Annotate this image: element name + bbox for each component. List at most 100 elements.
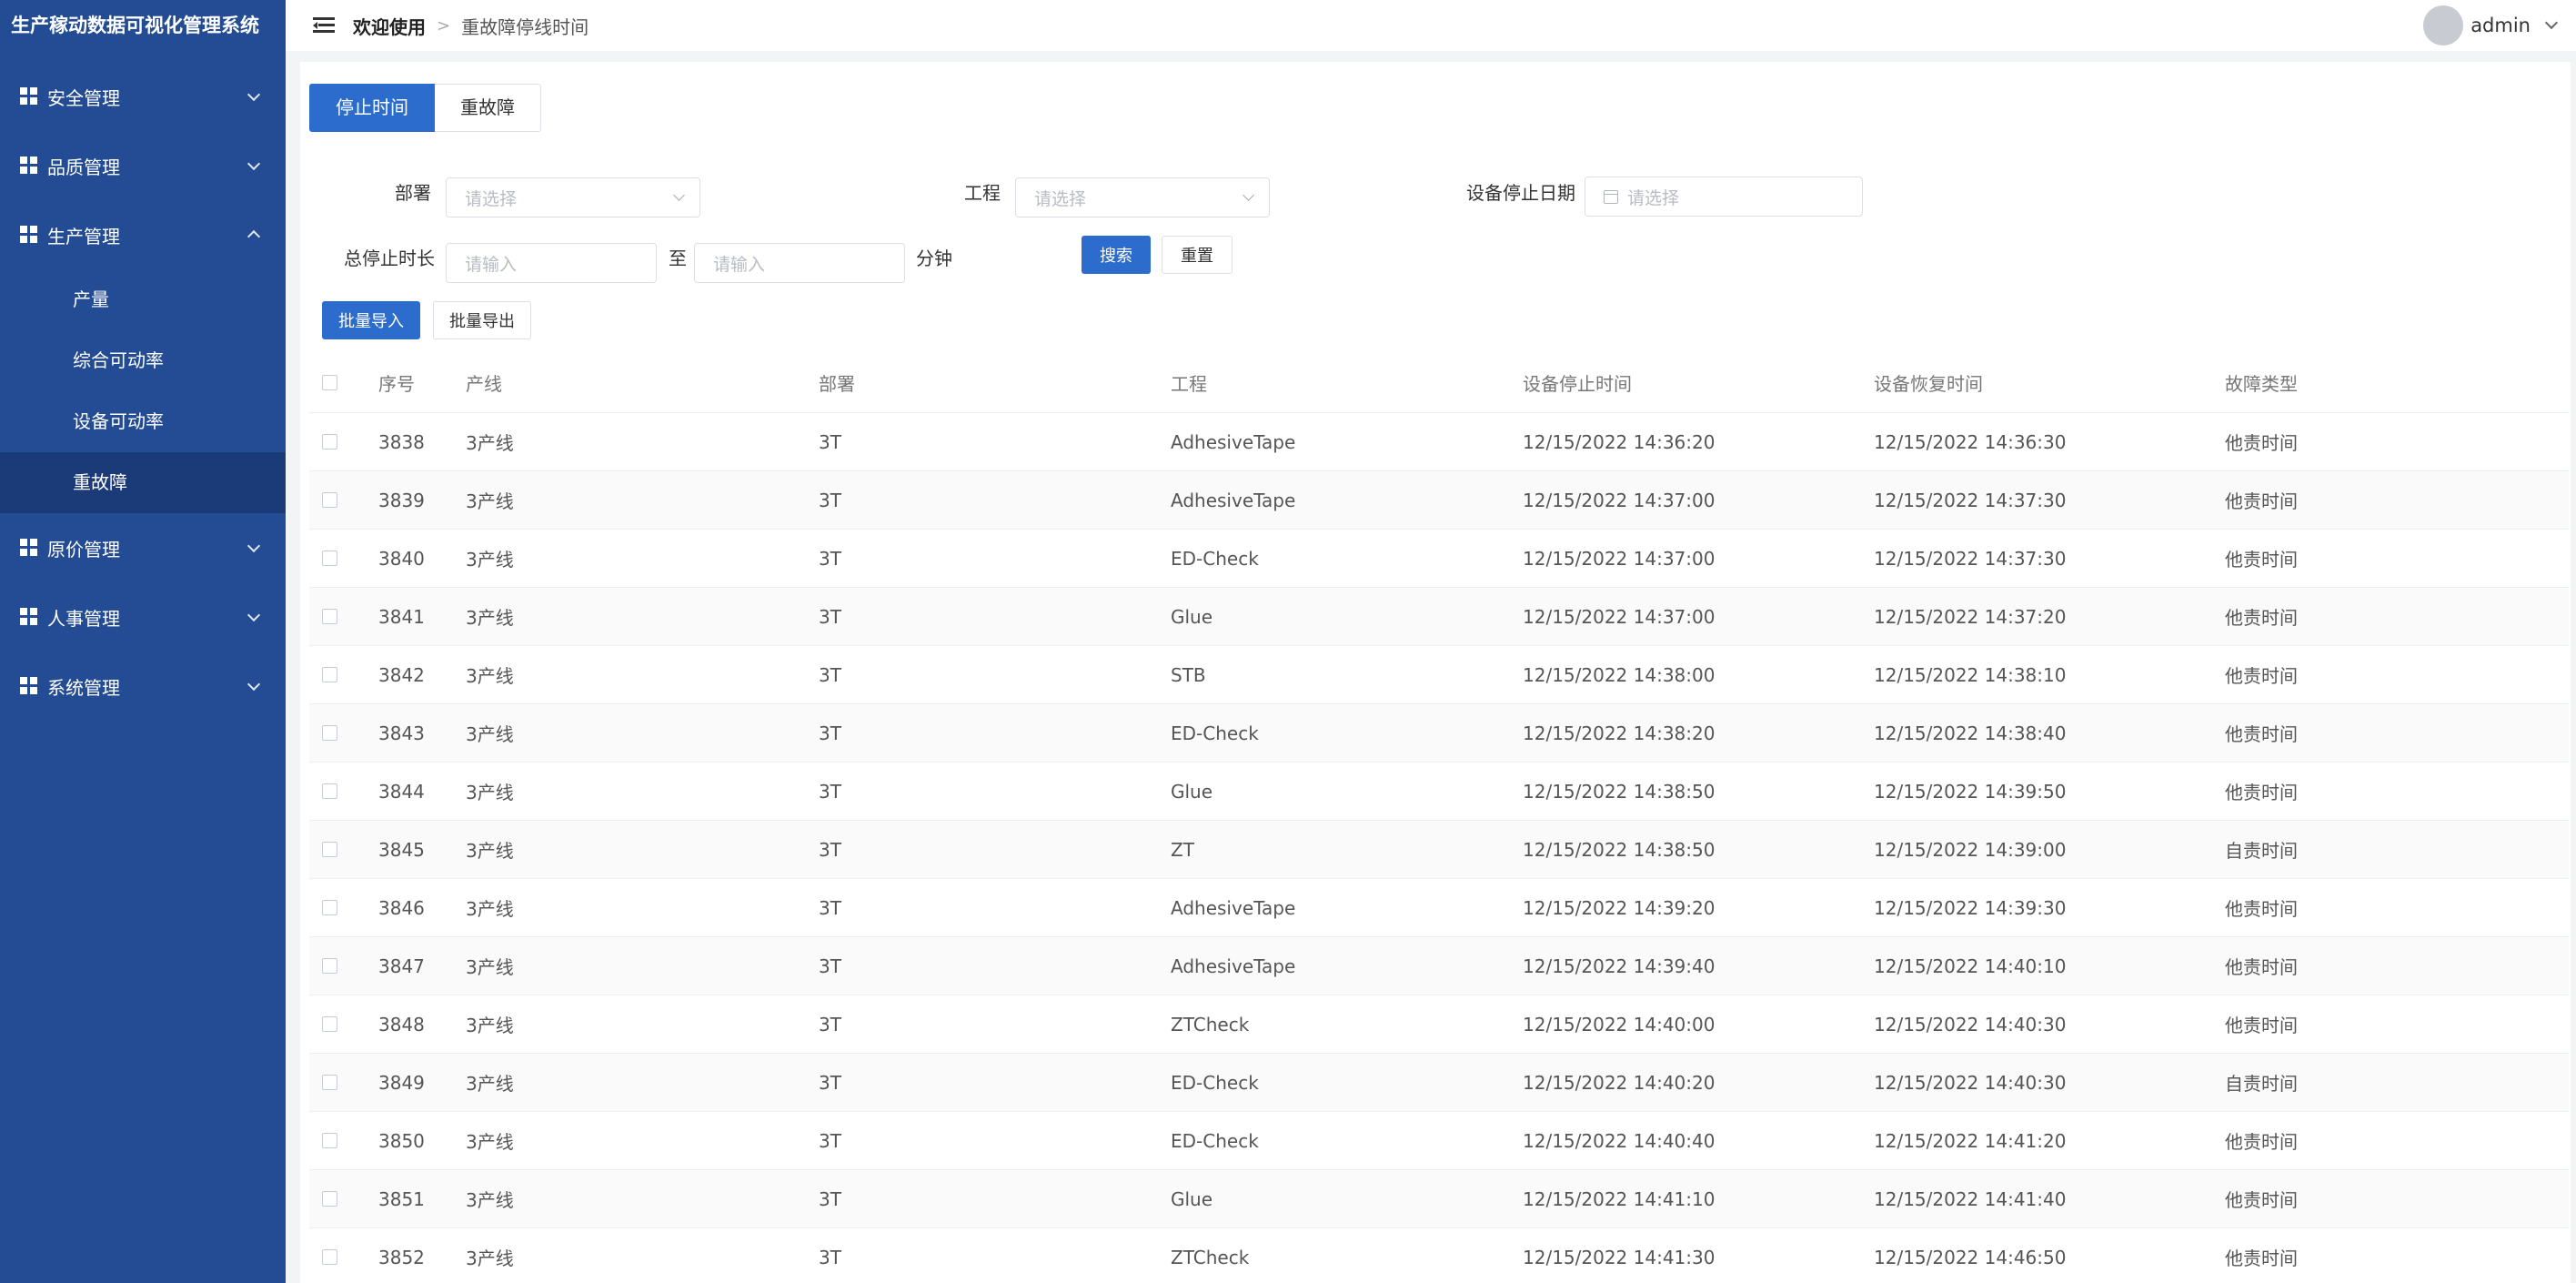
sidebar-item-label: 安全管理 xyxy=(47,86,120,109)
table-header: 序号 产线 部署 工程 设备停止时间 设备恢复时间 故障类型 xyxy=(309,353,2569,413)
table-cell: ZT xyxy=(1171,838,1194,861)
sidebar-item-group[interactable]: 生产管理 xyxy=(0,200,286,269)
column-header[interactable]: 序号 xyxy=(378,353,415,412)
sidebar-subitem[interactable]: 重故障 xyxy=(0,452,286,513)
batch-import-button[interactable]: 批量导入 xyxy=(322,301,420,339)
sidebar-group: 系统管理 xyxy=(0,652,286,721)
table-row[interactable]: 3840 3产线 3T ED-Check 12/15/2022 14:37:00 12/1… xyxy=(309,530,2569,588)
table-cell: AdhesiveTape xyxy=(1171,955,1296,977)
table-row[interactable]: 3847 3产线 3T AdhesiveTape 12/15/2022 14:39:40… xyxy=(309,937,2569,995)
row-checkbox[interactable] xyxy=(322,1112,337,1169)
table-cell: 3T xyxy=(819,605,841,628)
row-checkbox[interactable] xyxy=(322,1170,337,1227)
row-checkbox[interactable] xyxy=(322,821,337,878)
table-row[interactable]: 3839 3产线 3T AdhesiveTape 12/15/2022 14:37:00… xyxy=(309,471,2569,530)
table-cell: 3产线 xyxy=(466,956,514,978)
table-row[interactable]: 3843 3产线 3T ED-Check 12/15/2022 14:38:20 12/1… xyxy=(309,704,2569,763)
table-cell: 3T xyxy=(819,780,841,803)
table-cell: 3T xyxy=(819,547,841,570)
table-cell: 3848 xyxy=(378,1013,425,1035)
table-row[interactable]: 3846 3产线 3T AdhesiveTape 12/15/2022 14:39:20… xyxy=(309,879,2569,937)
table-cell: 12/15/2022 14:40:30 xyxy=(1874,1013,2067,1035)
sidebar-item-group[interactable]: 系统管理 xyxy=(0,652,286,721)
row-checkbox[interactable] xyxy=(322,763,337,820)
table-cell: 12/15/2022 14:39:40 xyxy=(1523,955,1716,977)
batch-export-button[interactable]: 批量导出 xyxy=(433,301,531,339)
tab-major-fault[interactable]: 重故障 xyxy=(435,84,541,132)
table-row[interactable]: 3842 3产线 3T STB 12/15/2022 14:38:00 12/15/202… xyxy=(309,646,2569,704)
stop-date-picker[interactable]: 请选择 xyxy=(1585,177,1863,217)
table-row[interactable]: 3838 3产线 3T AdhesiveTape 12/15/2022 14:36:20… xyxy=(309,413,2569,471)
row-checkbox[interactable] xyxy=(322,530,337,587)
sidebar-subitem[interactable]: 产量 xyxy=(0,269,286,330)
chevron-down-icon xyxy=(2544,15,2559,30)
sidebar-item-group[interactable]: 安全管理 xyxy=(0,62,286,131)
sidebar-item-group[interactable]: 人事管理 xyxy=(0,582,286,652)
breadcrumb-current: 重故障停线时间 xyxy=(461,15,589,38)
sidebar-group: 人事管理 xyxy=(0,582,286,652)
table-row[interactable]: 3851 3产线 3T Glue 12/15/2022 14:41:10 12/15/20… xyxy=(309,1170,2569,1228)
grid-icon xyxy=(20,87,38,106)
row-checkbox[interactable] xyxy=(322,704,337,762)
table-row[interactable]: 3849 3产线 3T ED-Check 12/15/2022 14:40:20 12/1… xyxy=(309,1054,2569,1112)
table-row[interactable]: 3848 3产线 3T ZTCheck 12/15/2022 14:40:00 12/15… xyxy=(309,995,2569,1054)
row-checkbox[interactable] xyxy=(322,646,337,703)
duration-from-placeholder: 请输入 xyxy=(465,254,518,275)
row-checkbox[interactable] xyxy=(322,1228,337,1283)
select-all-checkbox[interactable] xyxy=(322,353,337,412)
user-menu[interactable]: admin xyxy=(2423,5,2559,45)
table-cell: 12/15/2022 14:41:10 xyxy=(1523,1187,1716,1210)
app-title: 生产稼动数据可视化管理系统 xyxy=(11,15,259,36)
table-row[interactable]: 3841 3产线 3T Glue 12/15/2022 14:37:00 12/15/20… xyxy=(309,588,2569,646)
row-checkbox[interactable] xyxy=(322,879,337,936)
breadcrumb-home[interactable]: 欢迎使用 xyxy=(353,13,426,39)
table-row[interactable]: 3844 3产线 3T Glue 12/15/2022 14:38:50 12/15/20… xyxy=(309,763,2569,821)
row-checkbox[interactable] xyxy=(322,588,337,645)
tab-stop-time[interactable]: 停止时间 xyxy=(309,84,435,132)
table-cell: AdhesiveTape xyxy=(1171,430,1296,453)
row-checkbox[interactable] xyxy=(322,995,337,1053)
table-cell: 3T xyxy=(819,489,841,511)
reset-button[interactable]: 重置 xyxy=(1162,236,1233,274)
sidebar-subitem[interactable]: 综合可动率 xyxy=(0,330,286,391)
sidebar: 生产稼动数据可视化管理系统 安全管理品质管理生产管理产量 综合可动率 设备可动率 重故… xyxy=(0,0,286,1283)
duration-from-input[interactable]: 请输入 xyxy=(446,243,657,283)
search-button[interactable]: 搜索 xyxy=(1082,236,1151,274)
table-cell: 他责时间 xyxy=(2225,490,2298,512)
department-select[interactable]: 请选择 xyxy=(446,177,700,217)
row-checkbox[interactable] xyxy=(322,1054,337,1111)
row-checkbox[interactable] xyxy=(322,413,337,470)
row-checkbox[interactable] xyxy=(322,471,337,529)
table-cell: 他责时间 xyxy=(2225,665,2298,687)
table-cell: 12/15/2022 14:40:40 xyxy=(1523,1129,1716,1152)
process-select[interactable]: 请选择 xyxy=(1015,177,1270,217)
table-cell: 12/15/2022 14:40:10 xyxy=(1874,955,2067,977)
sidebar-item-group[interactable]: 品质管理 xyxy=(0,131,286,200)
table-cell: 12/15/2022 14:39:20 xyxy=(1523,896,1716,919)
table-cell: 12/15/2022 14:39:00 xyxy=(1874,838,2067,861)
sidebar-group: 品质管理 xyxy=(0,131,286,200)
column-header[interactable]: 故障类型 xyxy=(2225,353,2298,412)
column-header[interactable]: 部署 xyxy=(819,353,855,412)
column-header[interactable]: 设备停止时间 xyxy=(1523,353,1632,412)
column-header[interactable]: 产线 xyxy=(466,353,502,412)
table-cell: 3842 xyxy=(378,663,425,686)
column-header[interactable]: 设备恢复时间 xyxy=(1874,353,1983,412)
menu-toggle-icon[interactable] xyxy=(313,17,335,34)
table-cell: Glue xyxy=(1171,780,1213,803)
sidebar-item-group[interactable]: 原价管理 xyxy=(0,513,286,582)
column-header[interactable]: 工程 xyxy=(1171,353,1207,412)
sidebar-subitem[interactable]: 设备可动率 xyxy=(0,391,286,452)
row-checkbox[interactable] xyxy=(322,937,337,995)
sidebar-item-label: 生产管理 xyxy=(47,225,120,248)
table-row[interactable]: 3852 3产线 3T ZTCheck 12/15/2022 14:41:30 12/15… xyxy=(309,1228,2569,1283)
duration-to-input[interactable]: 请输入 xyxy=(694,243,905,283)
table-row[interactable]: 3850 3产线 3T ED-Check 12/15/2022 14:40:40 12/1… xyxy=(309,1112,2569,1170)
breadcrumb: 欢迎使用 > 重故障停线时间 xyxy=(353,13,589,39)
table-cell: ED-Check xyxy=(1171,1071,1259,1094)
duration-label: 总停止时长 xyxy=(344,248,435,269)
table-cell: 3产线 xyxy=(466,1189,514,1211)
table-cell: 12/15/2022 14:39:50 xyxy=(1874,780,2067,803)
table-row[interactable]: 3845 3产线 3T ZT 12/15/2022 14:38:50 12/15/2022… xyxy=(309,821,2569,879)
top-header: 欢迎使用 > 重故障停线时间 admin xyxy=(286,0,2576,51)
